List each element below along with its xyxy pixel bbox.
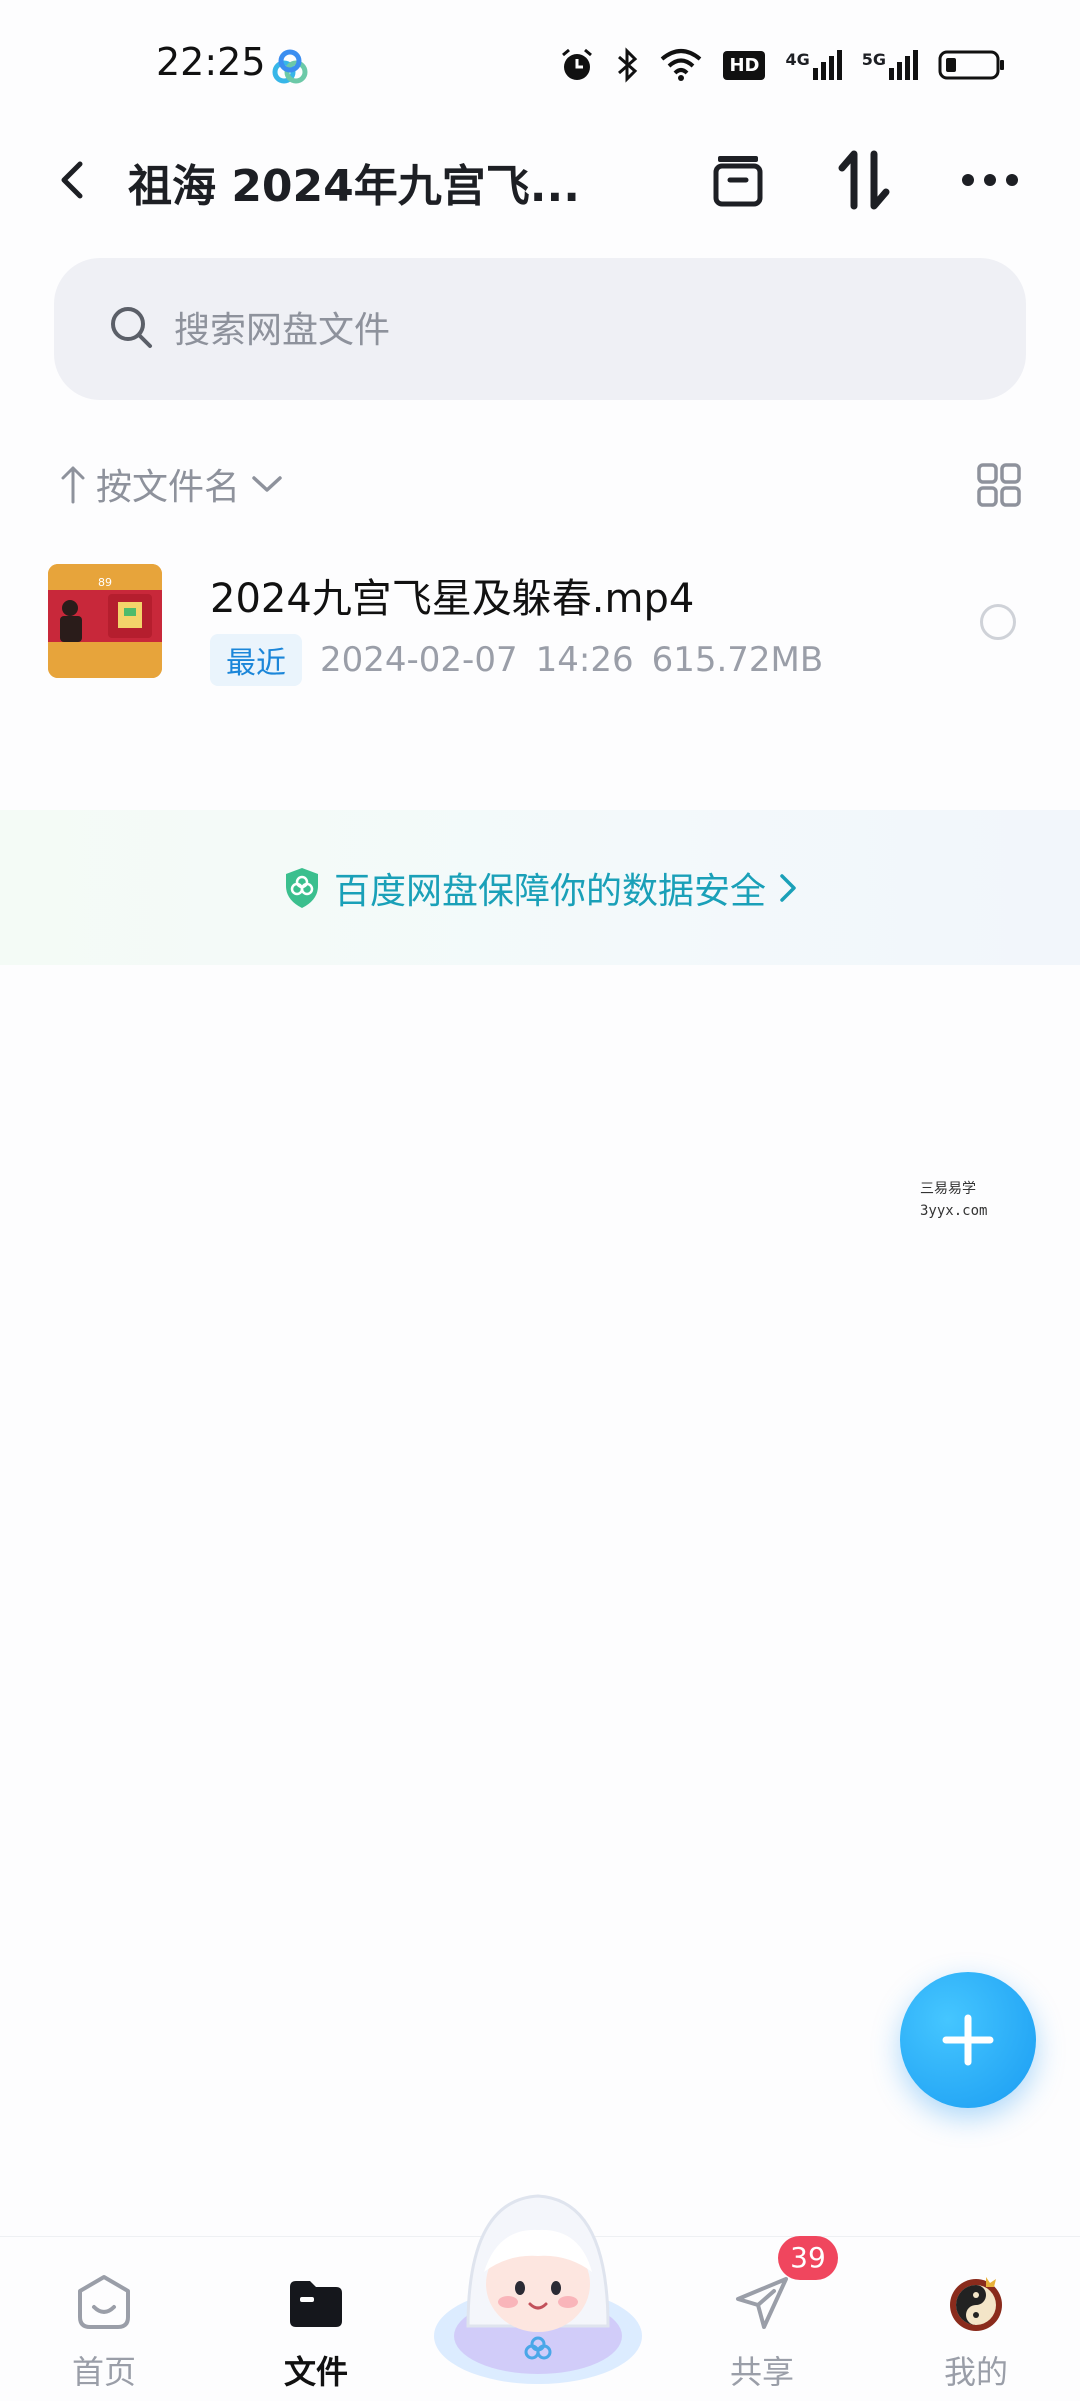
file-meta: 最近 2024-02-07 14:26 615.72MB bbox=[210, 634, 823, 686]
sort-row: 按文件名 bbox=[0, 450, 1080, 520]
page-title: 祖海 2024年九宫飞... bbox=[128, 161, 580, 212]
file-time: 14:26 bbox=[535, 640, 634, 680]
back-icon[interactable] bbox=[48, 156, 96, 204]
file-row[interactable]: 89 2024九宫飞星及躲春.mp4 最近 2024-02-07 14:26 6… bbox=[0, 556, 1080, 686]
shield-icon bbox=[286, 868, 318, 908]
archive-icon bbox=[713, 156, 763, 207]
status-icons: HD 4G 5G bbox=[559, 44, 1006, 86]
file-name: 2024九宫飞星及躲春.mp4 bbox=[210, 576, 695, 622]
app-icon bbox=[272, 49, 308, 84]
select-radio[interactable] bbox=[980, 604, 1016, 640]
sort-arrow-icon bbox=[61, 466, 85, 504]
archive-button[interactable] bbox=[704, 146, 772, 214]
search-input[interactable] bbox=[172, 294, 976, 366]
file-date: 2024-02-07 bbox=[320, 640, 518, 680]
share-count-badge: 39 bbox=[778, 2236, 838, 2280]
bluetooth-icon bbox=[618, 47, 638, 83]
home-icon bbox=[78, 2275, 130, 2329]
nav-home[interactable]: 首页 bbox=[24, 2257, 184, 2397]
mascot-icon[interactable] bbox=[428, 2176, 648, 2386]
nav-mine[interactable]: 我的 bbox=[896, 2257, 1056, 2397]
svg-text:89: 89 bbox=[98, 576, 112, 589]
battery-icon bbox=[938, 50, 1004, 80]
chevron-right-icon bbox=[780, 874, 796, 902]
sort-dropdown[interactable]: 按文件名 bbox=[60, 458, 284, 510]
recent-badge: 最近 bbox=[210, 634, 302, 686]
add-button[interactable] bbox=[900, 1972, 1036, 2108]
folder-icon bbox=[290, 2281, 342, 2327]
signal-4g-icon: 4G bbox=[785, 50, 842, 80]
wifi-icon bbox=[661, 49, 702, 81]
video-thumbnail: 89 bbox=[48, 564, 162, 678]
watermark: 三易易学 3yyx.com bbox=[920, 1181, 988, 1219]
nav-files[interactable]: 文件 bbox=[236, 2257, 396, 2397]
signal-5g-icon: 5G bbox=[862, 50, 918, 80]
hd-icon: HD bbox=[723, 50, 766, 80]
safety-text: 百度网盘保障你的数据安全 bbox=[334, 871, 767, 912]
share-icon bbox=[736, 2277, 788, 2329]
search-box[interactable] bbox=[54, 258, 1026, 400]
header-bar: 祖海 2024年九宫飞... bbox=[0, 130, 1080, 230]
file-size: 615.72MB bbox=[651, 640, 824, 680]
transfer-icon bbox=[838, 150, 890, 210]
status-time: 22:25 bbox=[156, 40, 266, 84]
more-icon bbox=[962, 174, 1018, 186]
alarm-icon bbox=[562, 48, 593, 80]
avatar-icon bbox=[950, 2277, 1002, 2331]
grid-view-icon[interactable] bbox=[976, 462, 1022, 508]
status-bar: 22:25 HD 4G 5G bbox=[0, 0, 1080, 130]
search-icon bbox=[111, 307, 152, 348]
more-button[interactable] bbox=[956, 146, 1024, 214]
sort-label: 按文件名 bbox=[96, 467, 241, 508]
safety-banner[interactable]: 百度网盘保障你的数据安全 bbox=[0, 810, 1080, 965]
chevron-down-icon bbox=[252, 476, 282, 492]
plus-icon bbox=[942, 2014, 994, 2066]
transfer-button[interactable] bbox=[830, 146, 898, 214]
